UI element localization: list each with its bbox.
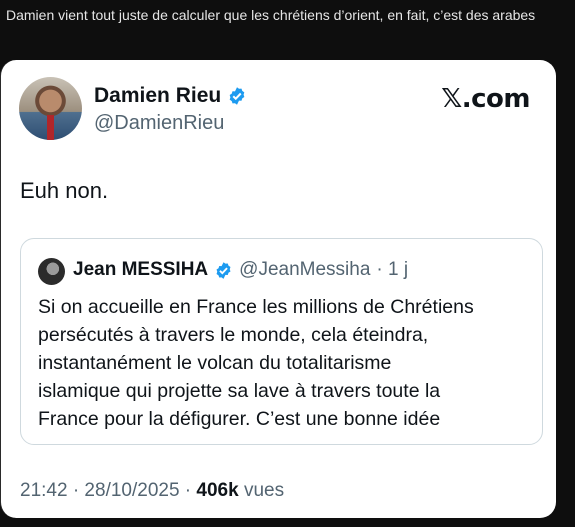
quoted-header: Jean MESSIHA @JeanMessiha · 1 j (73, 259, 408, 281)
x-logo: 𝕏.com (441, 84, 530, 114)
quoted-text: Si on accueille en France les millions d… (38, 293, 533, 433)
quoted-text-line: France pour la défigurer. C’est une bonn… (38, 408, 441, 430)
avatar-tie (47, 115, 54, 140)
views-count: 406k (196, 480, 239, 501)
quoted-author-name[interactable]: Jean MESSIHA (73, 259, 208, 281)
quoted-text-line: persécutés à travers le monde, cela étei… (38, 324, 429, 346)
views-label: vues (243, 480, 285, 501)
quoted-author-handle[interactable]: @JeanMessiha (239, 259, 370, 281)
quoted-text-line: islamique qui projette sa lave à travers… (38, 380, 441, 402)
author-name[interactable]: Damien Rieu (94, 84, 221, 108)
author-handle[interactable]: @DamienRieu (94, 112, 224, 135)
post-caption: Damien vient tout juste de calculer que … (6, 7, 536, 23)
tweet-card[interactable]: Damien Rieu @DamienRieu 𝕏.com Euh non. J… (0, 60, 556, 518)
verified-badge-icon (229, 87, 245, 105)
author-name-row[interactable]: Damien Rieu (94, 84, 247, 108)
tweet-meta: 21:42 · 28/10/2025 · 406k vues (20, 480, 284, 502)
quoted-tweet[interactable]: Jean MESSIHA @JeanMessiha · 1 j Si on ac… (20, 238, 543, 445)
timestamp[interactable]: 21:42 · 28/10/2025 · (20, 480, 191, 501)
tweet-text: Euh non. (20, 178, 109, 203)
verified-badge-icon (216, 261, 231, 279)
quoted-text-line: instantanément le volcan du totalitarism… (38, 352, 392, 374)
quoted-text-line: Si on accueille en France les millions d… (38, 296, 474, 318)
quoted-avatar[interactable] (38, 258, 65, 285)
quoted-age: · 1 j (376, 259, 409, 280)
avatar[interactable] (19, 77, 82, 140)
